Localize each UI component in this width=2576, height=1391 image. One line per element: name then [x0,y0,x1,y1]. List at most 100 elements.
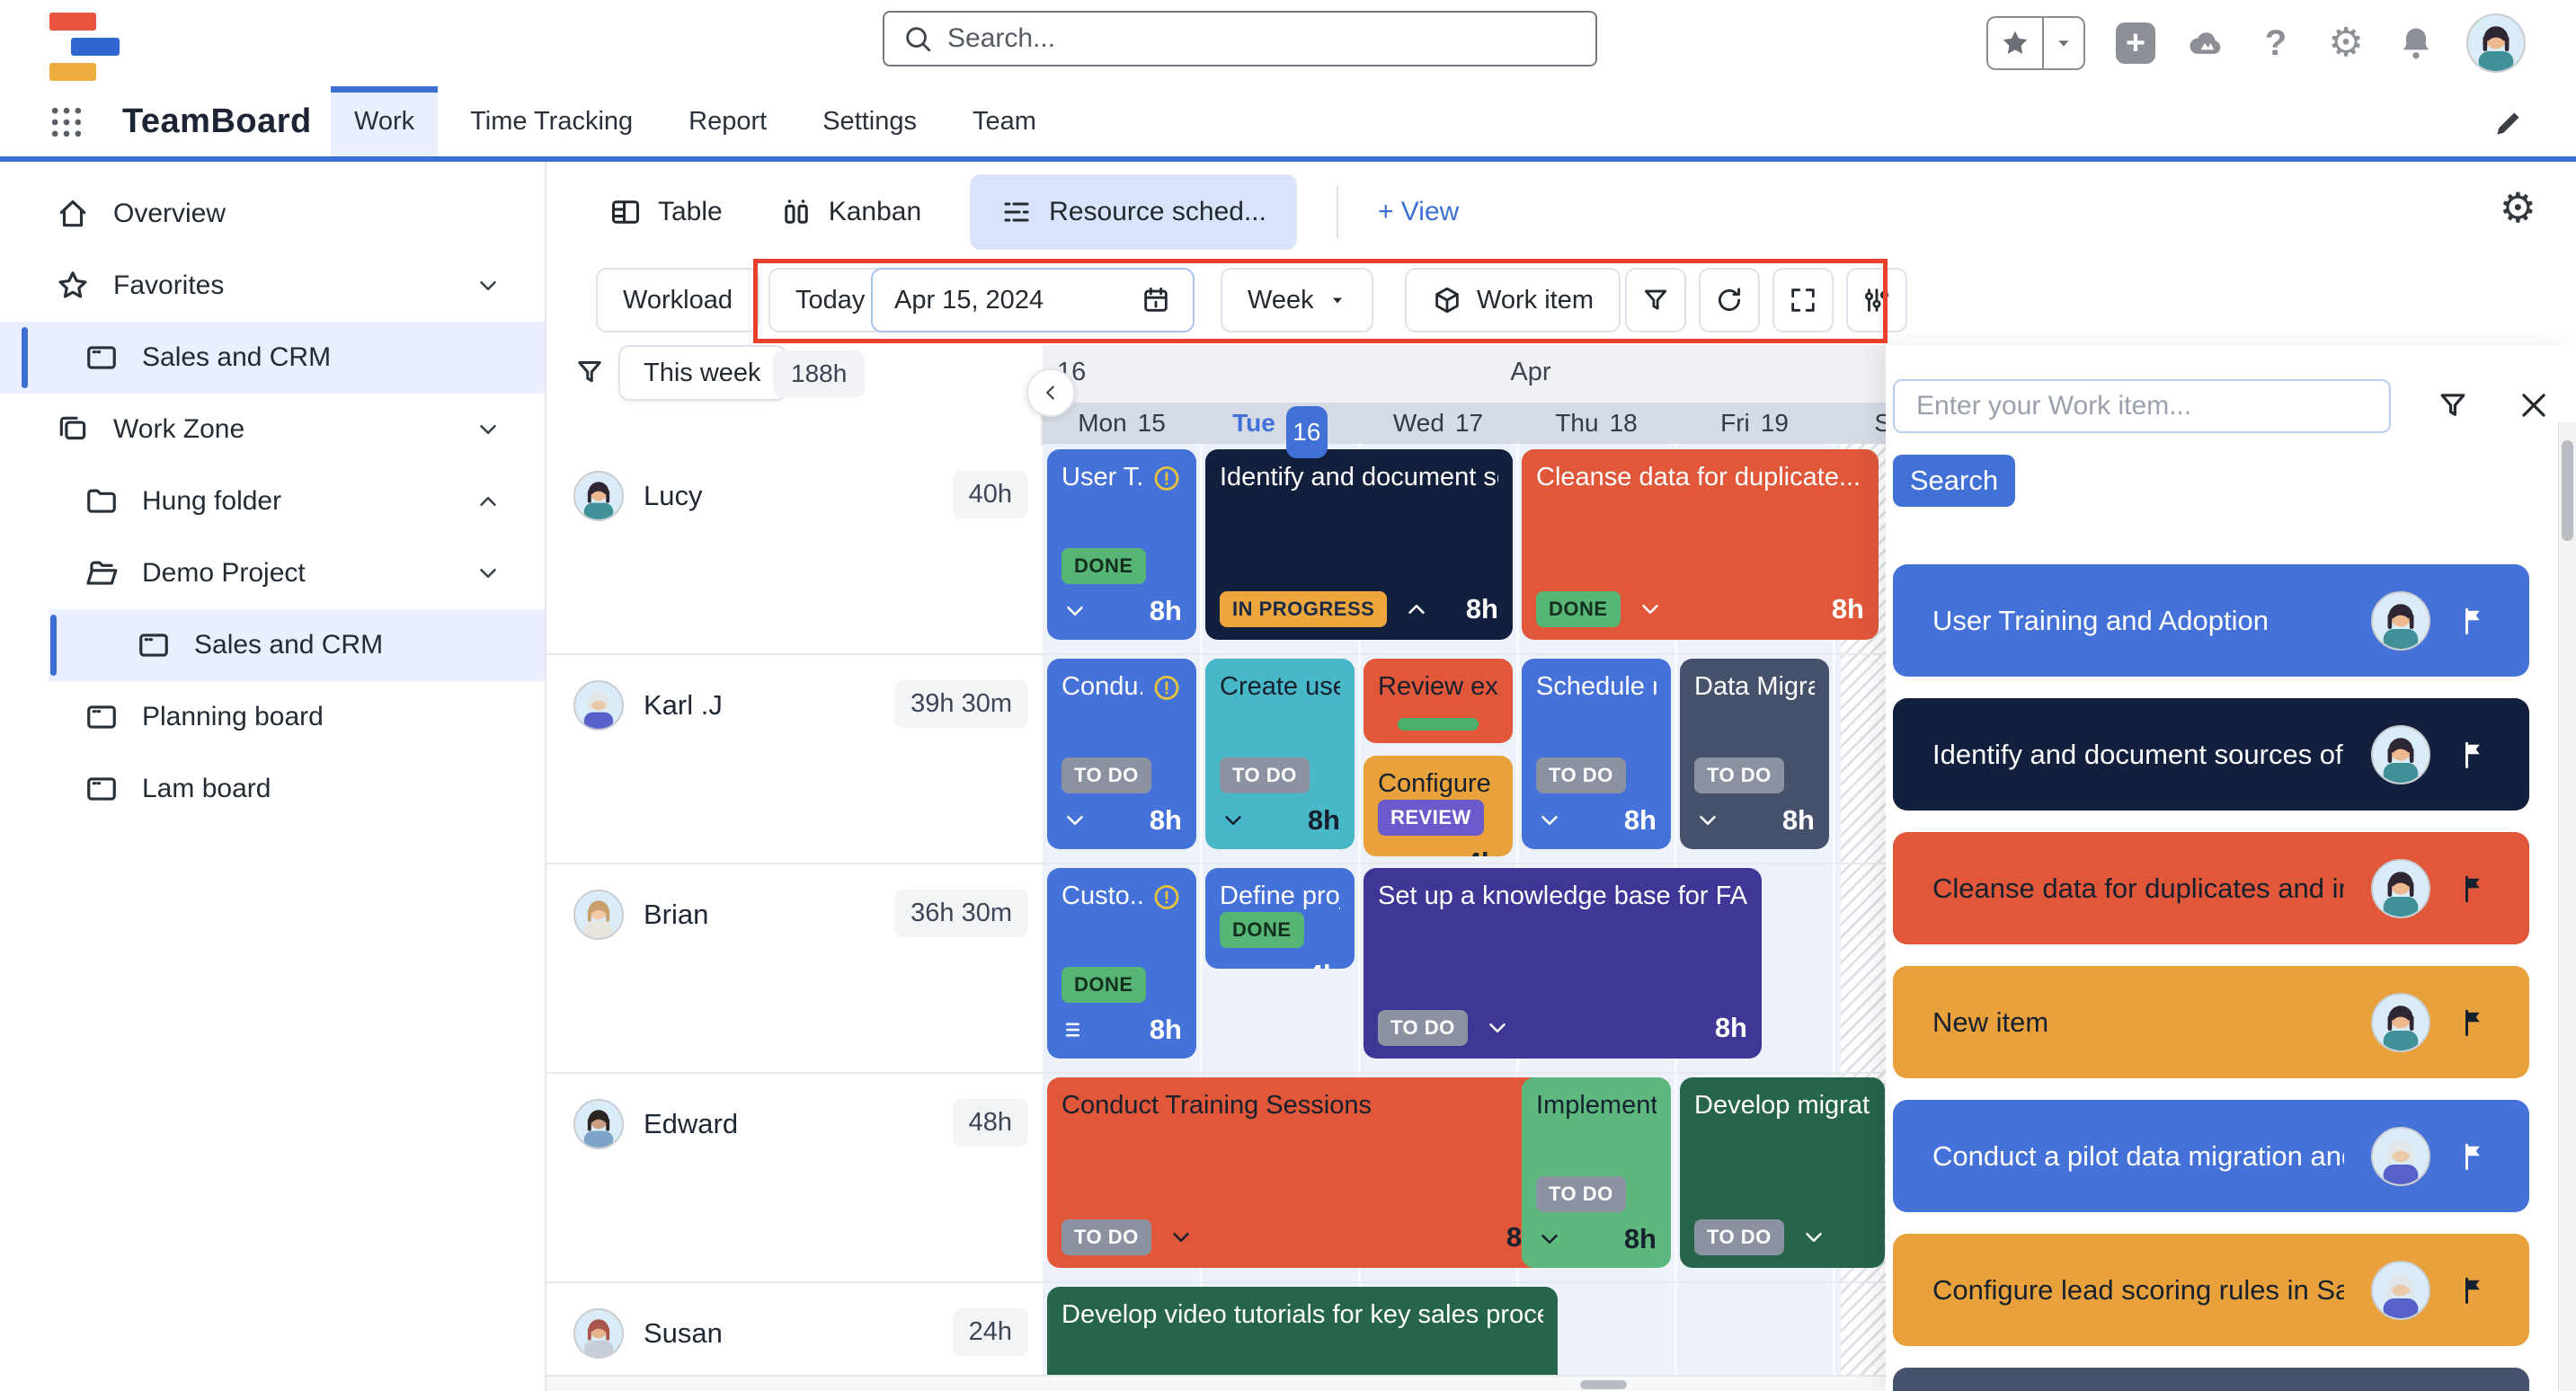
help-icon[interactable]: ? [2256,23,2296,63]
sidebar-item-work-zone[interactable]: Work Zone [0,394,545,465]
panel-work-item-user-training-and-adoption[interactable]: User Training and Adoption [1893,564,2529,677]
card-hours: 4h [1308,959,1340,969]
sidebar-item-demo-project[interactable]: Demo Project [0,537,545,609]
schedule-card-schedule-r[interactable]: Schedule r... TO DO8h [1522,659,1671,849]
card-title: Cleanse data for duplicate... [1536,462,1864,493]
day-header-thu[interactable]: Thu18 [1517,403,1675,444]
day-header-tue[interactable]: Tue16 [1201,403,1359,444]
favorites-split-button[interactable] [1986,16,2085,70]
nav-tab-label: Settings [822,107,917,137]
scrollbar-thumb[interactable] [2562,440,2573,541]
view-settings-gear-icon[interactable]: ⚙ [2500,187,2536,228]
range-select[interactable]: Week [1221,268,1373,332]
sidebar: Overview Favorites Sales and CRM Work Zo… [0,162,546,1391]
panel-item-title: New item [1932,1006,2344,1039]
panel-work-item-cleanse-data-for-duplicates-and-inacc[interactable]: Cleanse data for duplicates and inacc... [1893,832,2529,944]
schedule-card-create-use[interactable]: Create use... TO DO8h [1205,659,1355,849]
sidebar-item-overview[interactable]: Overview [0,178,545,250]
add-view-button[interactable]: + View [1378,197,1459,227]
avatar [573,471,624,521]
board-icon [84,772,119,806]
day-header-fri[interactable]: Fri19 [1675,403,1834,444]
sidebar-item-label: Hung folder [142,486,281,517]
nav-tab-settings[interactable]: Settings [799,86,940,156]
panel-work-item-identify-and-document-sources-of-exi[interactable]: Identify and document sources of exi... [1893,698,2529,811]
schedule-card-review-exi[interactable]: Review exi... [1364,659,1513,743]
month-strip: 16 [1043,345,1888,403]
horizontal-scrollbar[interactable] [546,1375,1888,1391]
nav-tab-team[interactable]: Team [949,86,1060,156]
nav-tab-label: Team [973,107,1036,137]
sidebar-item-lam-board[interactable]: Lam board [0,753,545,825]
panel-search-button[interactable]: Search [1893,455,2015,507]
filter-button[interactable] [1625,268,1686,332]
total-hours-badge: 188h [773,350,865,397]
board-icon [84,700,119,734]
panel-work-item-configure-lead-scoring-rules-in-salesf[interactable]: Configure lead scoring rules in Salesf..… [1893,1234,2529,1346]
schedule-card-define-proj[interactable]: Define proj... DONE4h [1205,868,1355,969]
view-tab-label: Table [658,197,723,227]
schedule-card-conduct-training-sessions[interactable]: Conduct Training Sessions TO DO8h [1047,1077,1553,1268]
day-header-wed[interactable]: Wed17 [1359,403,1517,444]
vertical-scrollbar[interactable] [2558,422,2576,1391]
view-tab-table[interactable]: Table [600,174,732,250]
display-settings-button[interactable] [1846,268,1907,332]
app-switcher-icon[interactable] [47,102,86,142]
nav-tab-work[interactable]: Work [331,86,438,156]
edit-pencil-icon[interactable] [2492,106,2526,140]
schedule-card-condu[interactable]: Condu... TO DO8h [1047,659,1196,849]
schedule-card-custo[interactable]: Custo... DONE8h [1047,868,1196,1059]
notifications-icon[interactable] [2396,23,2436,63]
scrollbar-thumb[interactable] [1580,1380,1627,1389]
search-input[interactable] [947,23,1523,54]
schedule-card-data-migra[interactable]: Data Migra... TO DO8h [1680,659,1829,849]
nav-tab-report[interactable]: Report [665,86,790,156]
fullscreen-button[interactable] [1772,268,1834,332]
workload-button[interactable]: Workload [596,268,759,332]
sidebar-item-hung-folder[interactable]: Hung folder [0,465,545,537]
nav-tab-time-tracking[interactable]: Time Tracking [447,86,656,156]
panel-close-icon[interactable] [2517,388,2551,422]
flag-icon [2457,1006,2490,1039]
date-picker[interactable]: Apr 15, 2024 [871,268,1195,332]
schedule-card-implement[interactable]: Implement ... TO DO8h [1522,1077,1671,1268]
panel-work-item-new-item[interactable]: New item [1893,966,2529,1078]
work-item-search-input[interactable] [1893,379,2391,433]
resource-hours-badge: 24h [953,1308,1028,1356]
collapse-panel-button[interactable] [1026,368,1075,417]
sidebar-item-label: Lam board [142,774,271,804]
add-icon[interactable]: + [2116,23,2155,63]
menu-icon [1061,1016,1088,1043]
schedule-card-user-t[interactable]: User T... DONE8h [1047,449,1196,640]
panel-filter-icon[interactable] [2436,388,2470,422]
panel-work-item-partial[interactable] [1893,1368,2529,1391]
schedule-card-set-up-a-knowledge-base-for-faqs[interactable]: Set up a knowledge base for FAQs TO DO8h [1364,868,1762,1059]
cloud-apps-icon[interactable] [2186,23,2225,63]
view-tab-kanban[interactable]: Kanban [771,174,930,250]
card-hours: 8h [1150,804,1182,837]
schedule-card-cleanse-data-for-duplicate[interactable]: Cleanse data for duplicate... DONE8h [1522,449,1879,640]
status-badge: DONE [1061,967,1146,1003]
selected-indicator [50,615,57,676]
this-week-button[interactable]: This week [618,345,786,401]
work-item-button[interactable]: Work item [1405,268,1621,332]
profile-avatar[interactable] [2466,13,2526,73]
card-hours: 8h [1832,593,1864,625]
schedule-card-configure-l[interactable]: Configure l... REVIEW4h [1364,756,1513,856]
board-icon [137,628,171,662]
refresh-button[interactable] [1699,268,1760,332]
global-search[interactable] [883,11,1597,66]
schedule-card-develop-migratio[interactable]: Develop migratio... TO DO [1680,1077,1885,1268]
panel-item-title: User Training and Adoption [1932,605,2344,637]
settings-gear-icon[interactable]: ⚙ [2326,23,2366,63]
sidebar-item-planning-board[interactable]: Planning board [0,681,545,753]
sidebar-item-sales-and-crm[interactable]: Sales and CRM [0,322,545,394]
resource-hours-badge: 40h [953,471,1028,518]
view-tab-resource-sched[interactable]: Resource sched... [970,174,1297,250]
sidebar-item-sales-and-crm[interactable]: Sales and CRM [0,609,545,681]
filter-icon[interactable] [573,356,606,388]
panel-work-item-conduct-a-pilot-data-migration-and-va[interactable]: Conduct a pilot data migration and va... [1893,1100,2529,1212]
resource-row-lucy: Lucy 40h [546,446,1043,653]
sidebar-item-favorites[interactable]: Favorites [0,250,545,322]
schedule-card-identify-and-document-sou[interactable]: Identify and document sou... IN PROGRESS… [1205,449,1513,640]
